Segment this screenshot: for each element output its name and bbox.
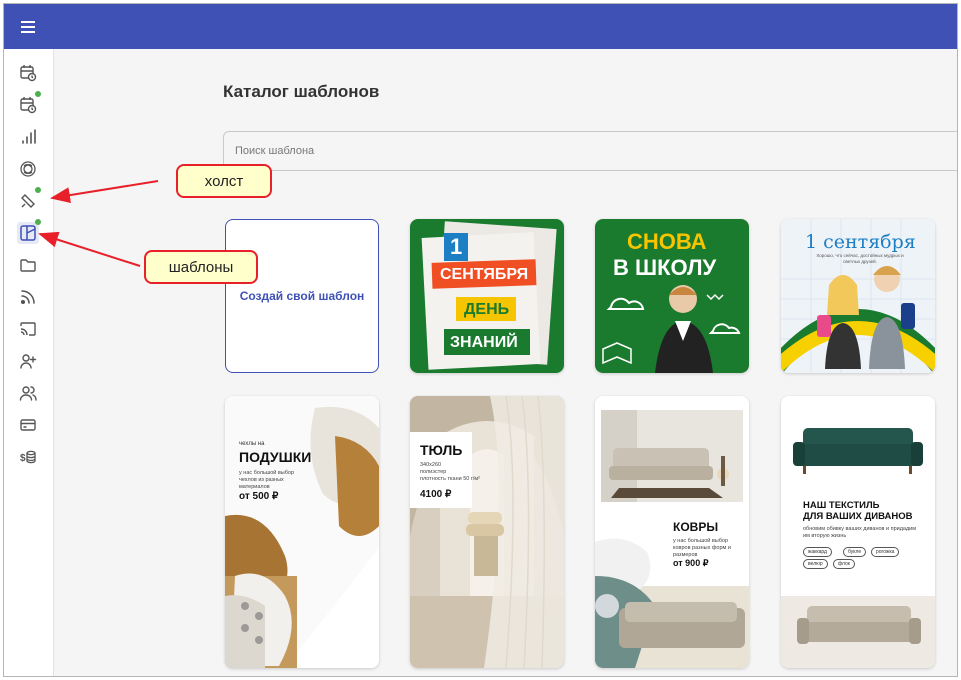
search-input[interactable] <box>223 131 957 171</box>
sidebar-item-schedule[interactable] <box>17 91 41 116</box>
template-description: у нас большой выбор чехлов из разных мат… <box>239 470 295 491</box>
template-title: НАШ ТЕКСТИЛЬ <box>803 500 880 511</box>
template-card-knowledge-day[interactable]: 1 СЕНТЯБРЯ ДЕНЬ ЗНАНИЙ <box>410 219 564 373</box>
page-title: Каталог шаблонов <box>223 82 380 101</box>
app-window: $ Каталог шаблонов Создай свой шаблон 1 … <box>3 3 958 677</box>
template-price: от 900 ₽ <box>673 558 709 568</box>
template-title: ДЕНЬ <box>464 301 510 318</box>
template-card-september-first[interactable]: 1 сентября Хорошо, что сейчас, достойных… <box>781 219 935 373</box>
create-template-label: Создай свой шаблон <box>239 289 365 303</box>
template-title: КОВРЫ <box>673 520 719 534</box>
create-template-button[interactable]: Создай свой шаблон <box>225 219 379 373</box>
sidebar-item-templates[interactable] <box>17 219 41 244</box>
template-tag: велюр <box>803 559 828 569</box>
template-pretitle: чехлы на <box>239 441 265 447</box>
template-price: от 500 ₽ <box>239 491 279 502</box>
rss-icon <box>20 290 35 305</box>
template-title: СЕНТЯБРЯ <box>440 266 529 283</box>
template-card-rugs[interactable]: КОВРЫ у нас большой выбор ковров разных … <box>595 396 749 668</box>
template-title: В ШКОЛУ <box>613 255 717 280</box>
sidebar-item-planner[interactable] <box>17 62 39 84</box>
template-description: обновим обивку ваших диванов и придадим … <box>803 526 917 540</box>
template-tag: жаккард <box>803 547 832 557</box>
sidebar-item-ai[interactable] <box>17 158 39 180</box>
template-title: ПОДУШКИ <box>239 449 312 465</box>
template-subtitle: Хорошо, что сейчас, достойных мудрых и с… <box>816 253 904 264</box>
template-thumbnail <box>595 396 749 668</box>
template-title: ТЮЛЬ <box>420 442 463 458</box>
top-bar <box>4 4 957 49</box>
template-layout-icon <box>20 225 36 241</box>
sidebar-item-invite[interactable] <box>17 350 39 372</box>
template-tag: букле <box>843 547 867 557</box>
template-card-tulle[interactable]: ТЮЛЬ 340х260 полиэстер плотность ткани 5… <box>410 396 564 668</box>
template-description: у нас большой выбор ковров разных форм и… <box>673 538 731 559</box>
svg-text:$: $ <box>20 453 26 464</box>
template-thumbnail <box>225 396 379 668</box>
folder-icon <box>20 259 36 272</box>
ai-knot-icon <box>20 161 36 177</box>
menu-button[interactable] <box>4 4 52 49</box>
sidebar-item-payments[interactable]: $ <box>17 446 39 468</box>
users-icon <box>19 386 37 401</box>
main-content: Каталог шаблонов Создай свой шаблон 1 СЕ… <box>55 49 957 676</box>
credit-card-icon <box>20 419 36 431</box>
callout-canvas: холст <box>176 164 272 198</box>
template-price: 4100 ₽ <box>420 489 452 500</box>
sidebar-item-billing[interactable] <box>17 414 39 436</box>
sidebar-item-rss[interactable] <box>17 286 39 308</box>
bar-chart-icon <box>22 129 36 144</box>
template-description: полиэстер <box>420 469 447 475</box>
template-title: ДЛЯ ВАШИХ ДИВАНОВ <box>803 511 913 522</box>
sidebar: $ <box>4 49 54 676</box>
template-title: ЗНАНИЙ <box>450 334 518 351</box>
template-number: 1 <box>450 234 463 259</box>
calendar-clock-icon <box>20 97 37 114</box>
sidebar-item-broadcast[interactable] <box>17 318 39 340</box>
sidebar-item-analytics[interactable] <box>17 126 39 148</box>
sidebar-item-files[interactable] <box>17 254 39 276</box>
template-title: 1 сентября <box>805 231 916 253</box>
callout-templates: шаблоны <box>144 250 258 284</box>
template-thumbnail <box>410 396 564 668</box>
template-description: плотность ткани 50 г/м² <box>420 476 481 482</box>
canvas-brush-icon <box>21 194 35 208</box>
template-card-back-to-school[interactable]: СНОВА В ШКОЛУ <box>595 219 749 373</box>
template-title: СНОВА <box>627 229 707 254</box>
add-user-icon <box>20 354 37 369</box>
status-dot <box>35 187 41 193</box>
template-card-upholstery[interactable]: НАШ ТЕКСТИЛЬ ДЛЯ ВАШИХ ДИВАНОВ обновим о… <box>781 396 935 668</box>
template-card-pillows[interactable]: чехлы на ПОДУШКИ у нас большой выбор чех… <box>225 396 379 668</box>
template-tag: рогожка <box>871 547 900 557</box>
status-dot <box>35 219 41 225</box>
sidebar-item-team[interactable] <box>17 382 39 404</box>
cast-icon <box>20 322 36 336</box>
template-description: 340х260 <box>420 462 442 468</box>
status-dot <box>35 91 41 97</box>
hamburger-icon <box>21 20 35 33</box>
template-tag: флок <box>833 559 855 569</box>
dollar-coins-icon: $ <box>20 450 36 464</box>
sidebar-item-canvas[interactable] <box>17 187 41 212</box>
calendar-clock-icon <box>20 65 37 82</box>
